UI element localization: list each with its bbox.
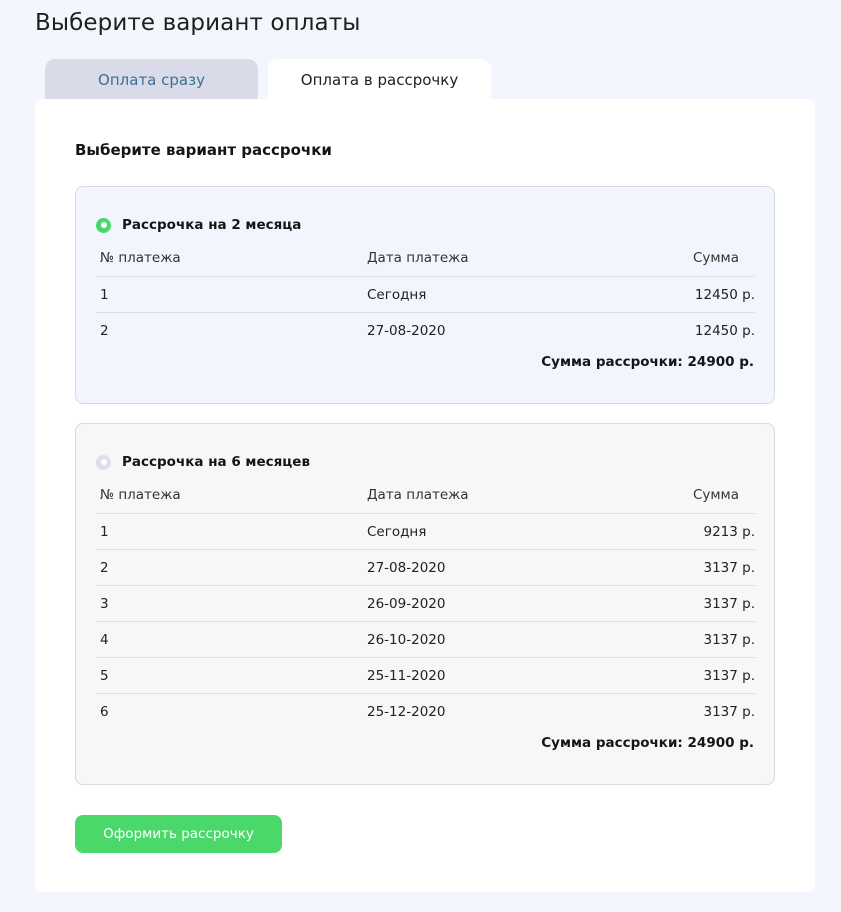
cell-sum: 9213 р. — [703, 523, 755, 540]
cell-date: Сегодня — [367, 523, 427, 540]
payments-table: № платежа Дата платежа Сумма 1 Сегодня 9… — [96, 480, 755, 729]
col-header-date: Дата платежа — [367, 250, 469, 266]
radio-unchecked-icon[interactable] — [96, 454, 111, 470]
cell-num: 1 — [100, 523, 109, 540]
cell-num: 1 — [100, 286, 109, 303]
table-row: 1 Сегодня 12450 р. — [96, 276, 755, 312]
table-header: № платежа Дата платежа Сумма — [96, 480, 755, 513]
col-header-date: Дата платежа — [367, 487, 469, 503]
submit-installment-button[interactable]: Оформить рассрочку — [75, 815, 282, 853]
cell-sum: 3137 р. — [703, 559, 755, 576]
plan-name: Рассрочка на 2 месяца — [122, 217, 302, 233]
cell-date: 25-12-2020 — [367, 703, 446, 720]
plan-total: Сумма рассрочки: 24900 р. — [541, 354, 754, 370]
cell-sum: 3137 р. — [703, 595, 755, 612]
table-row: 2 27-08-2020 3137 р. — [96, 549, 755, 585]
section-title: Выберите вариант рассрочки — [75, 141, 332, 159]
table-header: № платежа Дата платежа Сумма — [96, 243, 755, 276]
radio-checked-icon[interactable] — [96, 217, 111, 233]
tab-installment[interactable]: Оплата в рассрочку — [268, 59, 491, 100]
cell-num: 2 — [100, 559, 109, 576]
cell-date: 27-08-2020 — [367, 559, 446, 576]
payments-table: № платежа Дата платежа Сумма 1 Сегодня 1… — [96, 243, 755, 348]
cell-num: 5 — [100, 667, 109, 684]
cell-num: 4 — [100, 631, 109, 648]
cell-sum: 3137 р. — [703, 703, 755, 720]
table-row: 5 25-11-2020 3137 р. — [96, 657, 755, 693]
cell-date: Сегодня — [367, 286, 427, 303]
plan-total: Сумма рассрочки: 24900 р. — [541, 735, 754, 751]
table-row: 3 26-09-2020 3137 р. — [96, 585, 755, 621]
cell-sum: 12450 р. — [694, 286, 755, 303]
page-title: Выберите вариант оплаты — [35, 10, 361, 36]
cell-sum: 3137 р. — [703, 667, 755, 684]
plan-option-6-months[interactable]: Рассрочка на 6 месяцев № платежа Дата пл… — [75, 423, 775, 785]
cell-num: 3 — [100, 595, 109, 612]
plan-option-2-months[interactable]: Рассрочка на 2 месяца № платежа Дата пла… — [75, 186, 775, 404]
cell-num: 6 — [100, 703, 109, 720]
col-header-sum: Сумма — [692, 250, 739, 266]
table-row: 1 Сегодня 9213 р. — [96, 513, 755, 549]
cell-sum: 12450 р. — [694, 322, 755, 339]
plan-name: Рассрочка на 6 месяцев — [122, 454, 310, 470]
table-row: 4 26-10-2020 3137 р. — [96, 621, 755, 657]
cell-sum: 3137 р. — [703, 631, 755, 648]
table-row: 6 25-12-2020 3137 р. — [96, 693, 755, 729]
installment-panel: Выберите вариант рассрочки Рассрочка на … — [35, 99, 815, 892]
cell-date: 25-11-2020 — [367, 667, 446, 684]
tab-pay-now[interactable]: Оплата сразу — [45, 59, 258, 100]
plan-header: Рассрочка на 6 месяцев — [96, 454, 310, 470]
cell-date: 27-08-2020 — [367, 322, 446, 339]
table-row: 2 27-08-2020 12450 р. — [96, 312, 755, 348]
cell-num: 2 — [100, 322, 109, 339]
plan-header: Рассрочка на 2 месяца — [96, 217, 301, 233]
col-header-num: № платежа — [100, 250, 181, 266]
col-header-num: № платежа — [100, 487, 181, 503]
cell-date: 26-09-2020 — [367, 595, 446, 612]
col-header-sum: Сумма — [692, 487, 739, 503]
cell-date: 26-10-2020 — [367, 631, 446, 648]
